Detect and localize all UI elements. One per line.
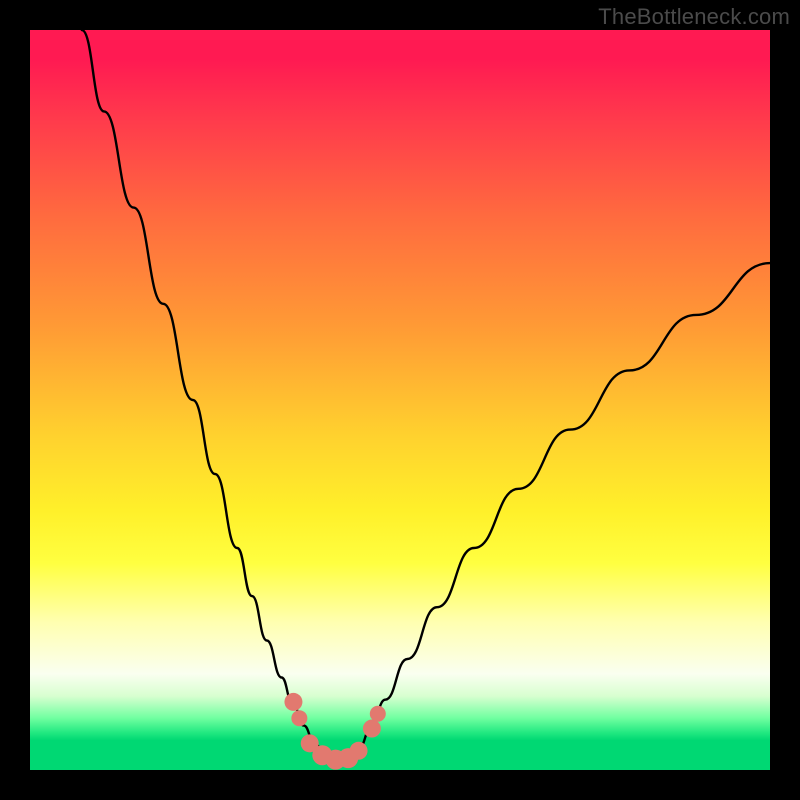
watermark-text: TheBottleneck.com bbox=[598, 4, 790, 30]
series-curve-right bbox=[337, 263, 770, 762]
chart-frame: TheBottleneck.com bbox=[0, 0, 800, 800]
data-point-1 bbox=[291, 710, 307, 726]
data-point-0 bbox=[284, 693, 302, 711]
curve-layer bbox=[30, 30, 770, 770]
curve-group bbox=[82, 30, 770, 763]
series-curve-left bbox=[82, 30, 337, 763]
plot-area bbox=[30, 30, 770, 770]
data-point-8 bbox=[370, 706, 386, 722]
data-point-7 bbox=[363, 720, 381, 738]
data-point-6 bbox=[350, 742, 368, 760]
marker-group bbox=[284, 693, 385, 770]
